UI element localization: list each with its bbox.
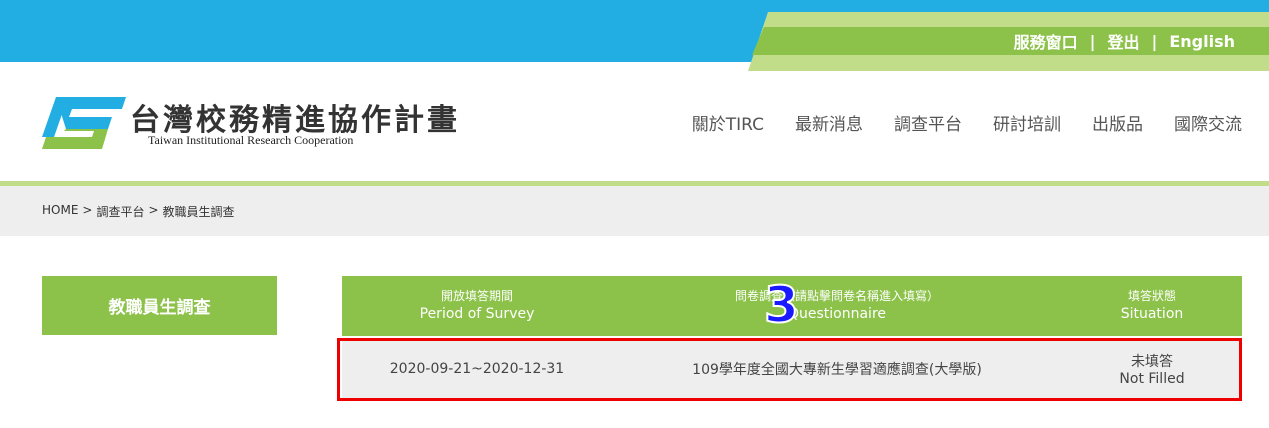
breadcrumb-separator: > (148, 203, 159, 217)
header-period-zh: 開放填答期間 (440, 289, 513, 303)
breadcrumb: HOME > 調查平台 > 教職員生調查 (42, 203, 235, 220)
nav-survey-platform[interactable]: 調查平台 (894, 110, 962, 135)
nav-news[interactable]: 最新消息 (795, 110, 863, 135)
breadcrumb-current: 教職員生調查 (162, 205, 235, 219)
top-links: 服務窗口 | 登出 | English (1014, 29, 1235, 53)
header-situation: 填答狀態 Situation (1062, 276, 1242, 336)
main-nav: 關於TIRC 最新消息 調查平台 研討培訓 出版品 國際交流 (661, 110, 1242, 135)
header-questionnaire-en: Questionnaire (787, 306, 887, 322)
top-link-separator: | (1089, 31, 1096, 51)
nav-about[interactable]: 關於TIRC (692, 110, 764, 135)
step-number-badge: 3 (763, 276, 800, 334)
nav-international[interactable]: 國際交流 (1174, 110, 1242, 135)
top-link-separator: | (1151, 31, 1158, 51)
nav-publications[interactable]: 出版品 (1092, 110, 1143, 135)
tirc-logo-icon (42, 97, 126, 149)
header-period-en: Period of Survey (419, 306, 535, 322)
header-questionnaire: 問卷調查（請點擊問卷名稱進入填寫） Questionnaire (612, 276, 1062, 336)
sidebar-tab-staff-survey[interactable]: 教職員生調查 (42, 276, 277, 335)
breadcrumb-survey-platform[interactable]: 調查平台 (96, 203, 144, 220)
service-window-link[interactable]: 服務窗口 (1014, 29, 1078, 53)
breadcrumb-separator: > (82, 203, 93, 217)
logout-link[interactable]: 登出 (1107, 29, 1139, 53)
header-situation-zh: 填答狀態 (1127, 289, 1176, 303)
nav-training[interactable]: 研討培訓 (993, 110, 1061, 135)
breadcrumb-bar: HOME > 調查平台 > 教職員生調查 (0, 186, 1269, 236)
breadcrumb-home[interactable]: HOME (42, 203, 78, 220)
site-logo[interactable]: 台灣校務精進協作計畫 Taiwan Institutional Research… (42, 95, 457, 155)
logo-subtitle: Taiwan Institutional Research Cooperatio… (148, 133, 354, 147)
header-period: 開放填答期間 Period of Survey (342, 276, 612, 336)
highlight-box (337, 338, 1242, 401)
header-situation-en: Situation (1120, 306, 1184, 322)
english-link[interactable]: English (1169, 32, 1235, 51)
